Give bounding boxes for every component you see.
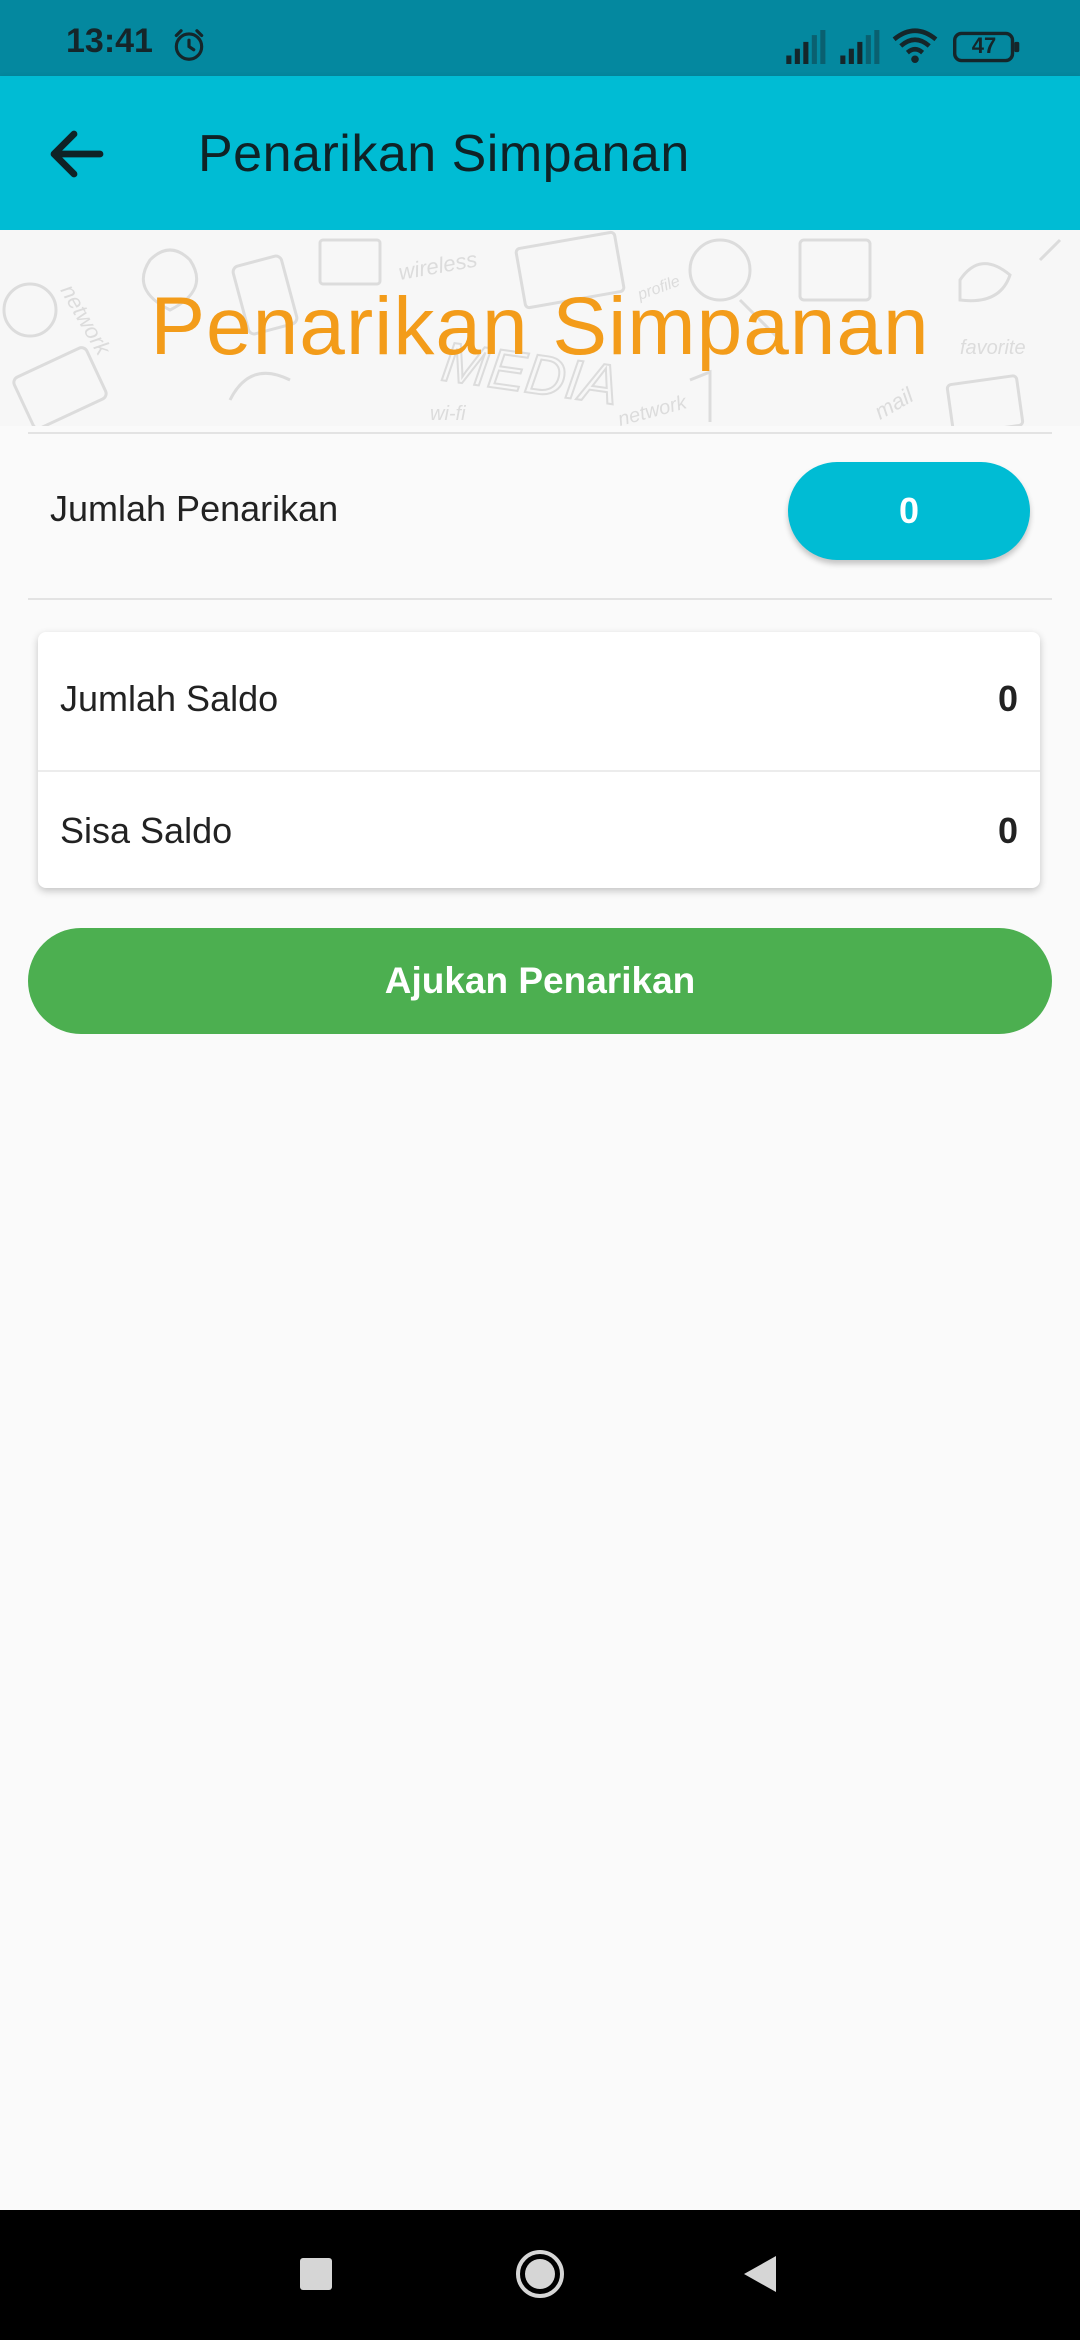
remaining-balance-value: 0 <box>997 810 1018 851</box>
banner-title: Penarikan Simpanan <box>150 281 930 372</box>
header-banner: wireless network profile favorite wi-fi … <box>0 230 1080 426</box>
svg-text:network: network <box>616 391 690 426</box>
submit-withdrawal-button[interactable]: Ajukan Penarikan <box>28 928 1052 1034</box>
alarm-icon <box>174 29 204 61</box>
page-title: Penarikan Simpanan <box>198 125 690 183</box>
divider <box>28 598 1052 600</box>
recents-icon[interactable] <box>300 2258 332 2290</box>
divider <box>28 432 1052 434</box>
home-icon[interactable] <box>514 2248 566 2300</box>
withdrawal-amount-label: Jumlah Penarikan <box>50 488 339 529</box>
svg-text:wi-fi: wi-fi <box>430 403 466 425</box>
status-time: 13:41 <box>66 22 153 60</box>
signal-icon <box>840 30 880 64</box>
system-nav-bar <box>0 2210 1080 2340</box>
status-bar: 13:41 47 <box>0 0 1080 76</box>
remaining-balance-row: Sisa Saldo 0 <box>38 772 1040 888</box>
screen: 13:41 47 Penarikan Simpanan wireless net… <box>0 0 1080 2340</box>
back-icon[interactable] <box>742 2254 778 2294</box>
app-bar: Penarikan Simpanan <box>0 76 1080 230</box>
back-button[interactable] <box>36 114 116 194</box>
balance-label: Jumlah Saldo <box>60 678 279 719</box>
balance-summary-card: Jumlah Saldo 0 Sisa Saldo 0 <box>38 632 1040 888</box>
remaining-balance-label: Sisa Saldo <box>60 810 233 851</box>
signal-icon <box>786 30 826 64</box>
balance-row: Jumlah Saldo 0 <box>38 632 1040 772</box>
arrow-left-icon <box>50 130 104 178</box>
balance-value: 0 <box>997 678 1018 719</box>
wifi-icon <box>892 28 938 64</box>
withdrawal-amount-input[interactable]: 0 <box>788 462 1030 560</box>
svg-text:mail: mail <box>870 382 918 424</box>
battery-level: 47 <box>971 33 997 58</box>
